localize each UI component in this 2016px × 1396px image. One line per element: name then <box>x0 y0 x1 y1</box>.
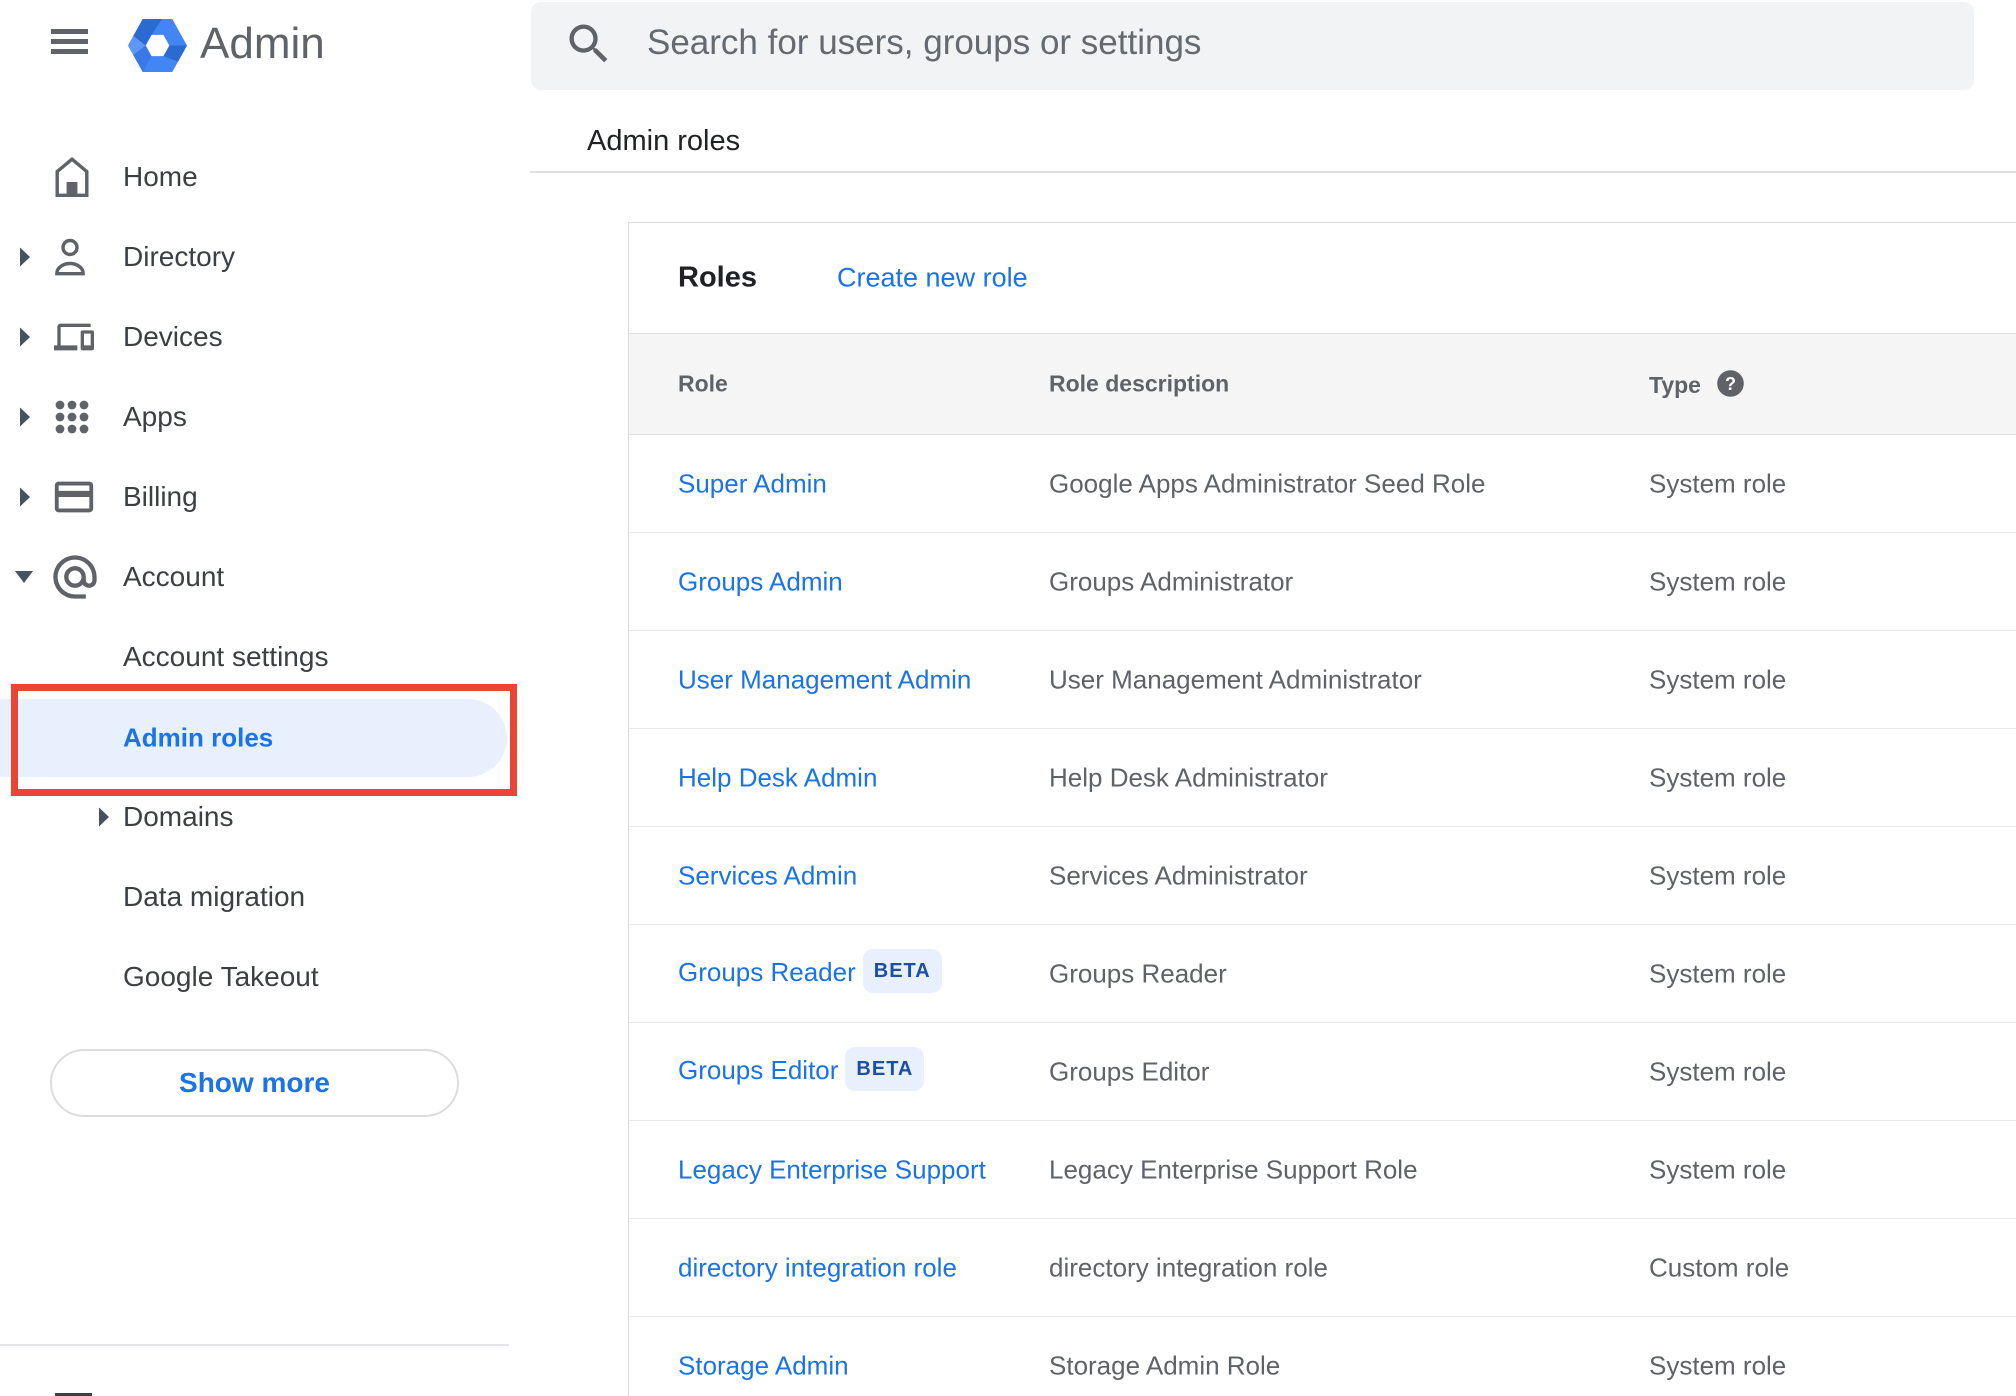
svg-text:?: ? <box>1725 374 1736 394</box>
